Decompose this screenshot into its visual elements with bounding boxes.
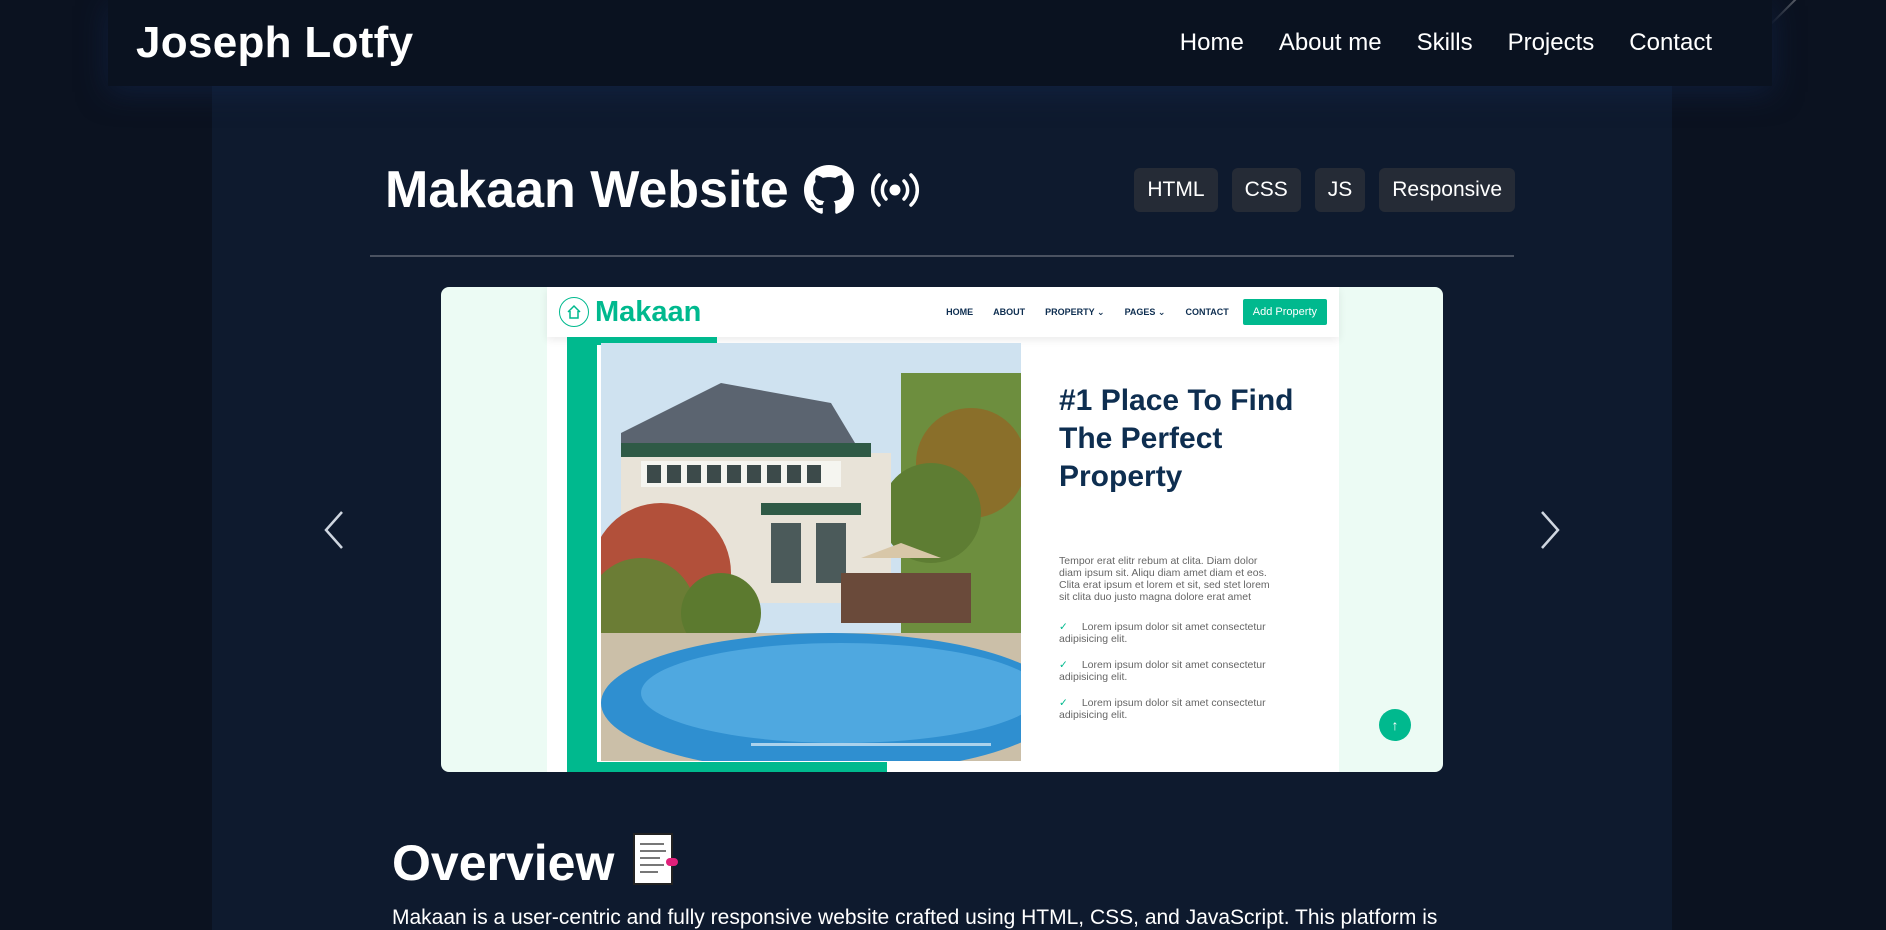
project-header: Makaan Website HTML CSS JS Responsive	[385, 150, 1515, 230]
slide-heading: #1 Place To Find The Perfect Property	[1059, 384, 1294, 493]
tech-tags: HTML CSS JS Responsive	[1134, 168, 1515, 212]
navbar: Joseph Lotfy Home About me Skills Projec…	[108, 0, 1772, 86]
nav-link-contact[interactable]: Contact	[1629, 29, 1712, 57]
document-icon	[630, 832, 682, 893]
background-streak	[1769, 0, 1799, 26]
check-icon: ✓	[1059, 659, 1068, 671]
slide-add-property-button: Add Property	[1242, 299, 1327, 325]
check-icon: ✓	[1059, 621, 1068, 633]
tag-css: CSS	[1231, 168, 1301, 212]
overview-text: Makaan is a user-centric and fully respo…	[392, 906, 1438, 929]
overview-title: Overview	[392, 834, 615, 891]
slide-navbar: Makaan HOME ABOUT PROPERTY ⌄ PAGES ⌄ CON…	[547, 287, 1339, 337]
slide-menu: HOME ABOUT PROPERTY ⌄ PAGES ⌄ CONTACT	[946, 307, 1229, 318]
nav-link-projects[interactable]: Projects	[1508, 29, 1595, 57]
tag-html: HTML	[1134, 168, 1218, 212]
slide-check-item: ✓ Lorem ipsum dolor sit amet consectetur …	[1059, 659, 1266, 683]
slide-menu-property: PROPERTY ⌄	[1045, 306, 1105, 317]
chevron-left-icon[interactable]	[314, 508, 354, 552]
slide-menu-pages: PAGES ⌄	[1124, 306, 1166, 317]
project-carousel[interactable]: Makaan HOME ABOUT PROPERTY ⌄ PAGES ⌄ CON…	[441, 287, 1443, 772]
carousel-slide: Makaan HOME ABOUT PROPERTY ⌄ PAGES ⌄ CON…	[547, 287, 1411, 772]
broadcast-icon[interactable]	[869, 164, 921, 216]
title-group: Makaan Website	[385, 160, 921, 220]
house-photo	[601, 343, 1021, 761]
nav-link-about[interactable]: About me	[1279, 29, 1382, 57]
slide-brand: Makaan	[595, 295, 702, 328]
brand-name[interactable]: Joseph Lotfy	[136, 18, 413, 68]
green-accent	[567, 762, 887, 772]
green-accent	[567, 337, 597, 772]
nav-link-skills[interactable]: Skills	[1417, 29, 1473, 57]
slide-description: Tempor erat elitr rebum at clita. Diam d…	[1059, 555, 1270, 603]
chevron-right-icon[interactable]	[1530, 508, 1570, 552]
tag-js: JS	[1314, 168, 1366, 212]
nav-link-home[interactable]: Home	[1180, 29, 1244, 57]
slide-menu-contact: CONTACT	[1185, 306, 1229, 317]
overview-heading: Overview	[392, 832, 682, 893]
project-title: Makaan Website	[385, 161, 789, 219]
github-icon[interactable]	[803, 164, 855, 216]
slide-menu-about: ABOUT	[993, 306, 1026, 317]
arrow-up-icon: ↑	[1379, 709, 1411, 741]
house-logo-icon	[559, 297, 589, 327]
slide-check-item: ✓ Lorem ipsum dolor sit amet consectetur …	[1059, 621, 1266, 645]
header-divider	[370, 255, 1514, 257]
nav-links: Home About me Skills Projects Contact	[1180, 29, 1712, 57]
slide-check-item: ✓ Lorem ipsum dolor sit amet consectetur …	[1059, 697, 1266, 721]
slide-menu-home: HOME	[946, 306, 974, 317]
tag-responsive: Responsive	[1379, 168, 1515, 212]
check-icon: ✓	[1059, 697, 1068, 709]
